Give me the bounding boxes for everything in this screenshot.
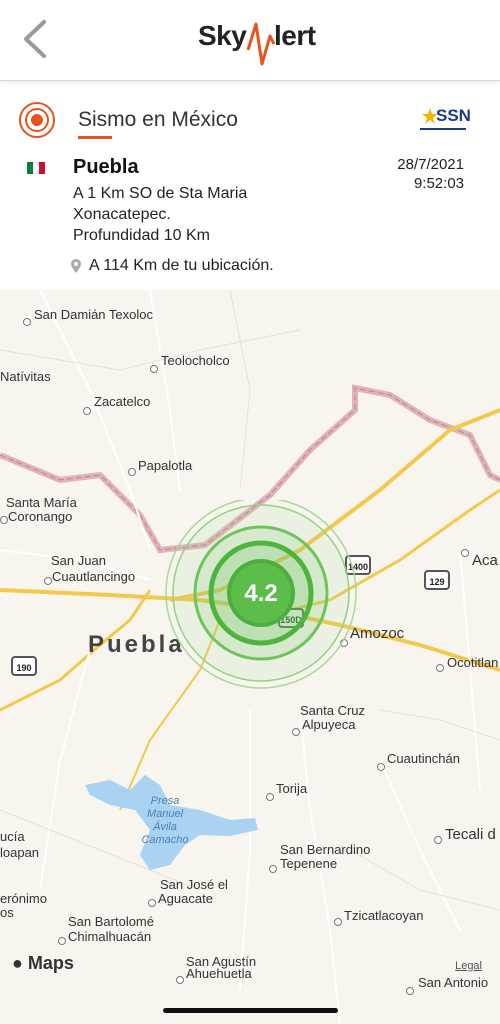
place-label: Cuautlancingo xyxy=(52,569,136,584)
ssn-logo: SSN xyxy=(418,104,471,134)
place-label: Teolocholco xyxy=(161,353,230,368)
legal-link[interactable]: Legal xyxy=(455,960,482,972)
skyalert-logo: Sky lert xyxy=(198,12,316,68)
place-label: Santa María xyxy=(6,495,77,510)
event-date: 28/7/2021 xyxy=(397,156,464,173)
mexico-flag-icon xyxy=(27,162,45,174)
place-dot xyxy=(0,516,8,524)
top-bar: Sky lert xyxy=(0,0,500,81)
place-label: Aguacate xyxy=(158,891,213,906)
place-label: San Damián Texoloc xyxy=(34,307,153,322)
highway-shield: 190 xyxy=(11,656,37,676)
event-distance: A 114 Km de tu ubicación. xyxy=(89,257,274,274)
maps-attribution-text: Maps xyxy=(27,953,74,973)
place-label: San Bartolomé xyxy=(68,914,154,929)
lake-label-line: Manuel xyxy=(146,808,184,820)
place-dot xyxy=(436,664,444,672)
place-dot xyxy=(269,865,277,873)
place-label: Tzicatlacoyan xyxy=(344,908,424,923)
place-label: Ocotitlan xyxy=(447,655,499,670)
lake-label-line: Presa xyxy=(150,795,180,807)
place-label: San Antonio xyxy=(418,975,489,990)
place-label: Natívitas xyxy=(0,369,51,384)
place-label: loapan xyxy=(0,845,40,860)
place-label: Alpuyeca xyxy=(302,717,356,732)
title-underline xyxy=(78,136,112,139)
place-dot xyxy=(44,577,52,585)
place-label: os xyxy=(0,905,14,920)
magnitude-badge: 4.2 xyxy=(244,580,278,607)
place-dot xyxy=(377,763,385,771)
logo-wave-icon xyxy=(246,22,276,66)
place-label: San Juan xyxy=(51,553,106,568)
place-label: Tepenene xyxy=(280,856,338,871)
place-dot xyxy=(406,987,414,995)
event-location-line-1: A 1 Km SO de Sta Maria xyxy=(73,185,248,202)
place-label: Zacatelco xyxy=(94,394,151,409)
home-indicator[interactable] xyxy=(163,1008,338,1013)
place-dot xyxy=(148,899,156,907)
chevron-left-icon xyxy=(24,20,46,58)
place-label: ucía xyxy=(0,829,25,844)
apple-maps-attribution: ● Maps xyxy=(12,953,74,974)
place-label: Coronango xyxy=(8,509,73,524)
place-dot xyxy=(292,728,300,736)
event-region: Puebla xyxy=(73,156,139,178)
place-dot xyxy=(83,407,91,415)
place-label: Tecali d xyxy=(445,826,496,843)
lake-label-line: Ávila xyxy=(153,821,177,833)
place-label: Aca xyxy=(472,552,498,569)
place-label: Ahuehuetla xyxy=(186,966,252,981)
place-dot xyxy=(434,836,442,844)
ssn-text: SSN xyxy=(436,106,471,125)
event-location-line-2: Xonacatepec. xyxy=(73,206,171,223)
location-pin-icon xyxy=(71,259,81,273)
event-depth: Profundidad 10 Km xyxy=(73,227,210,244)
place-label: San Bernardino xyxy=(280,842,371,857)
place-label: San José el xyxy=(160,877,228,892)
back-button[interactable] xyxy=(18,14,58,64)
place-dot xyxy=(334,918,342,926)
event-title: Sismo en México xyxy=(78,108,238,131)
place-dot xyxy=(176,976,184,984)
place-label: Cuautinchán xyxy=(387,751,460,766)
logo-text-right: lert xyxy=(274,20,316,51)
place-dot xyxy=(266,793,274,801)
place-label: Papalotla xyxy=(138,458,193,473)
lake-label-line: Camacho xyxy=(141,834,189,846)
place-label: Santa Cruz xyxy=(300,703,366,718)
highway-shield: 129 xyxy=(424,570,450,590)
epicenter-map[interactable]: San Damián Texoloc Teolocholco Natívitas… xyxy=(0,290,500,1024)
place-dot xyxy=(58,937,66,945)
place-label: Torija xyxy=(276,781,308,796)
logo-text-left: Sky xyxy=(198,20,247,51)
place-label: erónimo xyxy=(0,891,47,906)
place-dot xyxy=(128,468,136,476)
place-dot xyxy=(461,549,469,557)
event-time: 9:52:03 xyxy=(413,175,464,192)
alert-target-icon xyxy=(19,102,55,138)
place-label: Chimalhuacán xyxy=(68,929,152,944)
place-dot xyxy=(23,318,31,326)
apple-logo-icon: ● xyxy=(12,953,23,973)
place-dot xyxy=(150,365,158,373)
lake-label: Presa Manuel Ávila Camacho xyxy=(135,795,195,847)
